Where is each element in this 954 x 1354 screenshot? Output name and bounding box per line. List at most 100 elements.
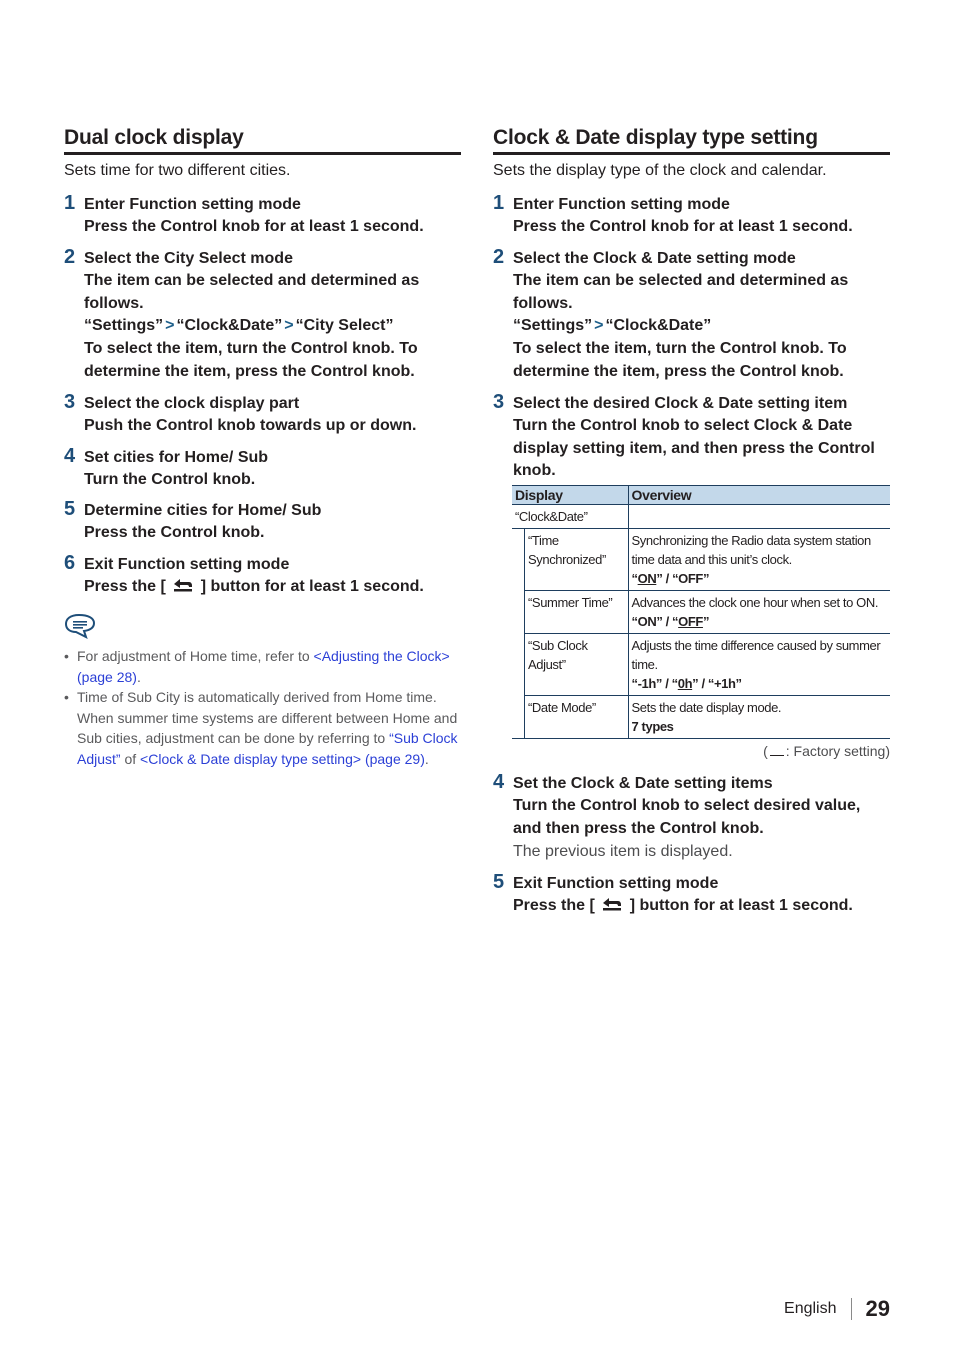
step-5: 5 Exit Function setting mode Press the [… xyxy=(493,870,890,918)
display-cell: “Sub Clock Adjust” xyxy=(524,633,629,697)
underline-sample xyxy=(769,755,784,757)
indent-cell xyxy=(512,634,525,696)
step-number: 5 xyxy=(493,870,505,893)
menu-path-item: “City Select” xyxy=(295,317,394,335)
options: “ON” / “OFF” xyxy=(632,569,887,588)
step-body: Press the Control knob. xyxy=(84,524,265,542)
overview-text: Adjusts the time difference caused by su… xyxy=(631,638,881,673)
display-cell: “Date Mode” xyxy=(524,695,629,740)
overview-cell: Synchronizing the Radio data system stat… xyxy=(627,528,890,592)
option-text: 7 types xyxy=(631,719,674,735)
bullet: • xyxy=(64,647,69,664)
step-body: Press the [ ] button for at least 1 seco… xyxy=(84,576,461,599)
table-row: “Date Mode” Sets the date display mode. … xyxy=(512,695,890,740)
step-number: 3 xyxy=(64,390,76,413)
display-cell: “Time Synchronized” xyxy=(524,528,629,592)
table-row: “Time Synchronized” Synchronizing the Ra… xyxy=(512,528,890,592)
step-title: Enter Function setting mode xyxy=(513,196,730,213)
footer-divider xyxy=(850,1298,852,1320)
step-4: 4 Set cities for Home/ Sub Turn the Cont… xyxy=(64,445,461,492)
bullet: • xyxy=(64,689,69,706)
back-arrow-icon xyxy=(174,579,193,592)
step-body: To select the item, turn the Control kno… xyxy=(513,340,847,380)
step-number: 2 xyxy=(493,245,505,268)
step-title: Select the desired Clock & Date setting … xyxy=(513,394,848,412)
indent-cell xyxy=(512,529,525,591)
section-intro: Sets time for two different cities. xyxy=(64,162,291,179)
group-label: “Clock&Date” xyxy=(512,504,629,530)
step-body: The item can be selected and determined … xyxy=(84,271,420,312)
step-title: Exit Function setting mode xyxy=(513,874,719,892)
step-body: To select the item, turn the Control kno… xyxy=(84,340,418,380)
step-title: Set cities for Home/ Sub xyxy=(84,448,269,466)
step-2: 2 Select the City Select mode The item c… xyxy=(64,245,461,384)
step-body-text: ] button for at least 1 second. xyxy=(629,896,853,914)
chevron-right-icon: > xyxy=(594,317,604,335)
step-title: Enter Function setting mode xyxy=(84,196,301,213)
step-body: Press the Control knob for at least 1 se… xyxy=(84,218,424,235)
notes-list: • For adjustment of Home time, refer to … xyxy=(64,646,461,770)
options: “ON” / “OFF” xyxy=(632,612,887,631)
step-body: Turn the Control knob. xyxy=(84,470,256,488)
step-title: Select the City Select mode xyxy=(84,249,293,267)
note-text: For adjustment of Home time, refer to xyxy=(77,647,314,664)
note-text: of xyxy=(120,750,141,767)
step-result: The previous item is displayed. xyxy=(513,842,733,860)
step-body: Turn the Control knob to select Clock & … xyxy=(513,416,875,480)
menu-path-item: “Settings” xyxy=(513,317,593,335)
indent-cell xyxy=(512,591,525,634)
factory-setting-legend: (: Factory setting) xyxy=(493,743,890,759)
step-number: 5 xyxy=(64,498,76,521)
option-text: ” / “OFF” xyxy=(656,571,710,587)
section-title: Clock & Date display type setting xyxy=(493,126,890,155)
clock-date-setting-link[interactable]: <Clock & Date display type setting> (pag… xyxy=(140,751,425,767)
step-number: 1 xyxy=(493,192,505,214)
step-number: 1 xyxy=(64,192,76,214)
step-3: 3 Select the clock display part Push the… xyxy=(64,390,461,438)
step-title: Set the Clock & Date setting items xyxy=(513,775,773,793)
back-arrow-icon xyxy=(603,897,622,911)
overview-cell: Sets the date display mode. 7 types xyxy=(627,695,890,740)
legend-text: ( xyxy=(763,743,768,760)
table-row: “Summer Time” Advances the clock one hou… xyxy=(512,590,890,635)
step-1: 1 Enter Function setting mode Press the … xyxy=(64,192,461,239)
step-body-text: Press the [ xyxy=(84,578,166,596)
display-cell: “Summer Time” xyxy=(524,590,629,635)
factory-default-option: 0h xyxy=(677,676,693,692)
clock-date-section: Clock & Date display type setting Sets t… xyxy=(493,126,890,926)
option-text: ” xyxy=(702,614,710,630)
menu-path-item: “Clock&Date” xyxy=(176,317,283,335)
step-title: Select the Clock & Date setting mode xyxy=(513,249,796,267)
step-number: 2 xyxy=(64,245,76,268)
step-body: The item can be selected and determined … xyxy=(513,271,849,312)
menu-path: “Settings” > “Clock&Date” > “City Select” xyxy=(84,315,461,338)
menu-path: “Settings” > “Clock&Date” xyxy=(513,315,890,338)
step-number: 6 xyxy=(64,552,76,575)
step-4: 4 Set the Clock & Date setting items Tur… xyxy=(493,771,890,863)
step-body: Press the [ ] button for at least 1 seco… xyxy=(513,895,890,918)
overview-cell: Advances the clock one hour when set to … xyxy=(627,590,890,635)
column-header-overview: Overview xyxy=(628,485,890,506)
step-number: 3 xyxy=(493,390,505,413)
table-header-row: Display Overview xyxy=(512,485,890,506)
step-body-text: ] button for at least 1 second. xyxy=(200,578,424,596)
step-6: 6 Exit Function setting mode Press the [… xyxy=(64,552,461,599)
column-header-display: Display xyxy=(512,485,629,506)
step-body: Turn the Control knob to select desired … xyxy=(513,797,861,837)
overview-text: Synchronizing the Radio data system stat… xyxy=(631,533,872,568)
options: “-1h” / “0h” / “+1h” xyxy=(632,674,887,693)
step-1: 1 Enter Function setting mode Press the … xyxy=(493,192,890,239)
step-2: 2 Select the Clock & Date setting mode T… xyxy=(493,245,890,384)
step-3: 3 Select the desired Clock & Date settin… xyxy=(493,390,890,483)
step-title: Select the clock display part xyxy=(84,394,300,412)
step-5: 5 Determine cities for Home/ Sub Press t… xyxy=(64,498,461,545)
page-number: 29 xyxy=(865,1296,890,1321)
group-overview xyxy=(627,504,890,530)
section-title: Dual clock display xyxy=(64,126,461,155)
step-body-text: Press the [ xyxy=(513,896,595,914)
chevron-right-icon: > xyxy=(165,317,175,335)
overview-cell: Adjusts the time difference caused by su… xyxy=(627,633,890,697)
option-text: “-1h” / “ xyxy=(631,676,679,692)
section-intro: Sets the display type of the clock and c… xyxy=(493,162,827,179)
note-item: • For adjustment of Home time, refer to … xyxy=(64,646,461,687)
